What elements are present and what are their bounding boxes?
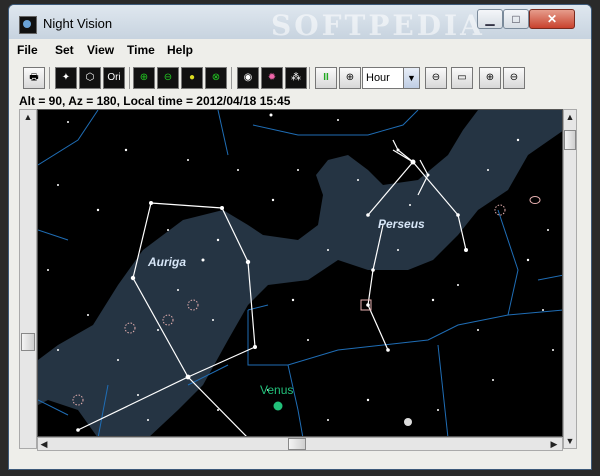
scroll-left-icon[interactable]: ◀ xyxy=(38,438,50,450)
toolbar: 🖶 ✦ ⬡ Ori ⊕ ⊖ ● ⊗ ◉ ✹ ⁂ II ⊕ Hour ▼ ⊖ ▭ … xyxy=(9,61,591,95)
vertical-scroll-thumb[interactable] xyxy=(564,130,576,150)
monitor-icon[interactable]: ▭ xyxy=(451,67,473,89)
left-scroll-thumb[interactable] xyxy=(21,333,35,351)
toolbar-separator xyxy=(129,67,130,89)
crosshair-icon[interactable]: ⊕ xyxy=(339,67,361,89)
scroll-up-icon[interactable]: ▲ xyxy=(22,111,34,123)
horizon-icon[interactable]: ⊗ xyxy=(205,67,227,89)
app-window: Night Vision SOFTPEDIA ▁ □ ✕ File Set Vi… xyxy=(8,4,592,470)
sky-map[interactable]: Venus Auriga Perseus xyxy=(37,109,563,437)
constellation-lines-icon[interactable]: ✦ xyxy=(55,67,77,89)
menu-time[interactable]: Time xyxy=(127,43,155,57)
pause-icon[interactable]: II xyxy=(315,67,337,89)
print-icon[interactable]: 🖶 xyxy=(23,67,45,89)
constellation-boundaries-icon[interactable]: ⬡ xyxy=(79,67,101,89)
perseus-label: Perseus xyxy=(378,217,425,231)
watermark: SOFTPEDIA xyxy=(271,9,485,42)
title-bar[interactable]: Night Vision SOFTPEDIA ▁ □ ✕ xyxy=(9,5,591,42)
ori-button[interactable]: Ori xyxy=(103,67,125,89)
close-button[interactable]: ✕ xyxy=(529,9,575,29)
grid-icon[interactable]: ⊕ xyxy=(133,67,155,89)
menu-view[interactable]: View xyxy=(87,43,114,57)
minus-circle-icon[interactable]: ⊖ xyxy=(425,67,447,89)
vertical-scrollbar[interactable]: ▲ ▼ xyxy=(563,109,577,449)
horizontal-scroll-thumb[interactable] xyxy=(288,438,306,450)
galaxy-icon[interactable]: ◉ xyxy=(237,67,259,89)
chevron-down-icon[interactable]: ▼ xyxy=(403,67,420,89)
cluster-icon[interactable]: ⁂ xyxy=(285,67,307,89)
maximize-button[interactable]: □ xyxy=(503,9,529,29)
horizontal-scrollbar[interactable]: ◀ ▶ xyxy=(37,437,563,451)
zoom-in-icon[interactable]: ⊕ xyxy=(479,67,501,89)
zoom-out-icon[interactable]: ⊖ xyxy=(503,67,525,89)
venus-marker xyxy=(273,401,283,411)
ecliptic-icon[interactable]: ● xyxy=(181,67,203,89)
left-scrollbar[interactable]: ▲ xyxy=(19,109,37,449)
menu-file[interactable]: File xyxy=(17,43,38,57)
status-line: Alt = 90, Az = 180, Local time = 2012/04… xyxy=(19,94,291,108)
cluster-marker xyxy=(404,418,412,426)
menu-bar: File Set View Time Help xyxy=(9,39,591,61)
scroll-down-icon[interactable]: ▼ xyxy=(564,435,576,447)
window-title: Night Vision xyxy=(43,16,113,31)
minimize-button[interactable]: ▁ xyxy=(477,9,503,29)
nebula-icon[interactable]: ✹ xyxy=(261,67,283,89)
menu-help[interactable]: Help xyxy=(167,43,193,57)
scroll-up-icon[interactable]: ▲ xyxy=(564,111,576,123)
auriga-label: Auriga xyxy=(147,255,186,269)
toolbar-separator xyxy=(309,67,310,89)
menu-set[interactable]: Set xyxy=(55,43,74,57)
scroll-right-icon[interactable]: ▶ xyxy=(548,438,560,450)
toolbar-separator xyxy=(231,67,232,89)
sky-chart[interactable]: Venus Auriga Perseus xyxy=(38,110,563,437)
venus-label: Venus xyxy=(260,383,293,397)
app-logo-icon xyxy=(19,16,37,34)
equator-icon[interactable]: ⊖ xyxy=(157,67,179,89)
toolbar-separator xyxy=(49,67,50,89)
